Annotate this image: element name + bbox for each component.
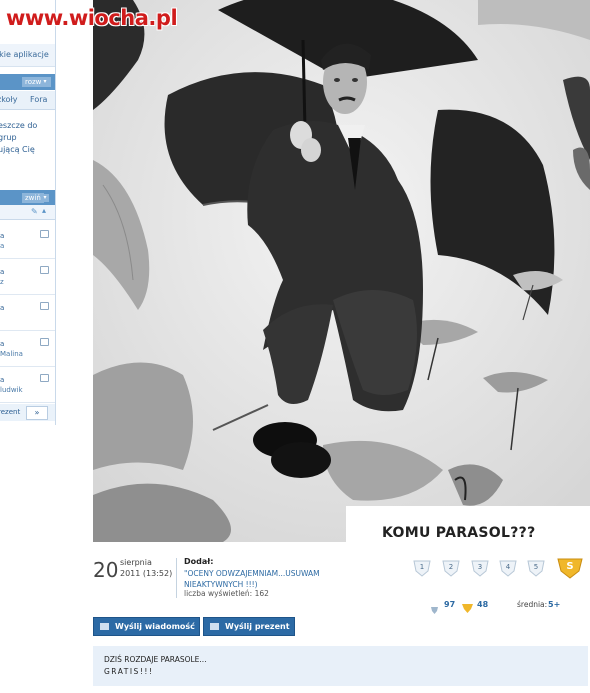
sidebar: tkie aplikacje rozwiń ▾ zkoły Fora eszcz… [0,0,56,425]
chevron-down-icon[interactable]: ▾ [41,78,49,86]
star-badge-icon [461,599,474,613]
sidebar-text: grup [0,133,17,142]
chevron-down-icon[interactable]: ▾ [41,194,49,202]
lock-icon [40,302,49,310]
view-count: liczba wyświetleń: 162 [184,589,269,598]
shield-icon [430,600,439,614]
post-day: 20 [93,558,119,582]
sidebar-subheader: ✎ ▴ [0,205,55,220]
list-item[interactable]: az [0,260,55,295]
lock-icon [40,338,49,346]
lock-icon [40,266,49,274]
post-date: sierpnia 2011 (13:52) [120,558,173,578]
added-by-label: Dodał: [184,557,214,566]
rate-2-button[interactable]: 2 [441,559,461,577]
tab-forums[interactable]: Fora [30,91,47,109]
sidebar-panel-header: rozwiń ▾ [0,74,55,90]
post-caption: KOMU PARASOL??? [382,525,536,541]
umbrella-man-illustration [93,0,590,542]
post-image[interactable] [93,0,590,542]
star-count: 48 [477,600,489,609]
chevron-up-icon[interactable]: ▴ [42,206,46,215]
sidebar-text: ującą Cię [0,145,35,154]
sidebar-panel-header: zwiń ▾ [0,190,55,206]
list-item[interactable]: a Malina [0,332,55,367]
rate-4-button[interactable]: 4 [498,559,518,577]
gifts-link[interactable]: rezent [0,404,20,421]
average-label: średnia: [517,600,548,609]
lock-icon [40,230,49,238]
tab-schools[interactable]: zkoły [0,91,17,109]
sidebar-footer: rezent » [0,404,55,421]
rate-5-button[interactable]: 5 [526,559,546,577]
super-badge-icon[interactable]: S [556,556,584,580]
rate-3-button[interactable]: 3 [470,559,490,577]
gift-icon [210,623,219,630]
sidebar-text: eszcze do [0,121,38,130]
rate-1-button[interactable]: 1 [412,559,432,577]
list-item[interactable]: a [0,296,55,331]
send-message-button[interactable]: Wyślij wiadomość [93,617,200,636]
author-link[interactable]: "OCENY ODWZAJEMNIAM...USUWAM NIEAKTYWNYC… [184,568,329,590]
description-box [93,646,588,686]
next-button[interactable]: » [26,406,48,420]
average-value: 5+ [548,600,561,609]
lock-icon [40,374,49,382]
sidebar-apps-link[interactable]: tkie aplikacje [0,44,55,67]
sidebar-tabs: zkoły Fora [0,91,55,110]
description-line: GRATIS!!! [104,667,154,676]
send-gift-button[interactable]: Wyślij prezent [203,617,295,636]
shield-count: 97 [444,600,456,609]
description-line: DZIŚ ROZDAJE PARASOLE... [104,655,207,664]
site-watermark: www.wiocha.pl [6,6,178,30]
envelope-icon [100,623,109,630]
wrench-icon[interactable]: ✎ [31,207,38,216]
list-item[interactable]: aa [0,224,55,259]
list-item[interactable]: a ludwik [0,368,55,403]
divider [176,558,177,598]
